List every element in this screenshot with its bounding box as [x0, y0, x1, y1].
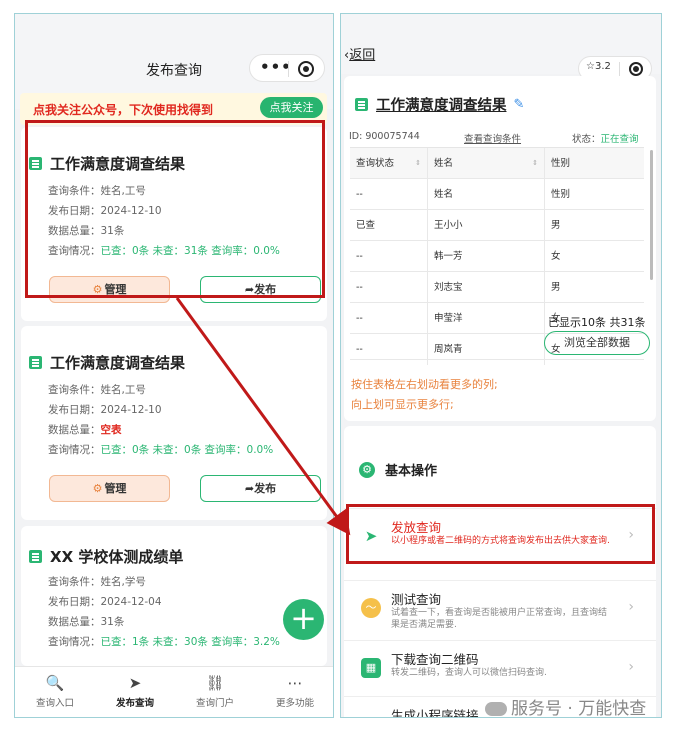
annotation-arrow — [175, 297, 351, 536]
wechat-logo-icon — [485, 702, 507, 716]
watermark: 服务号 · 万能快查 — [485, 694, 646, 719]
